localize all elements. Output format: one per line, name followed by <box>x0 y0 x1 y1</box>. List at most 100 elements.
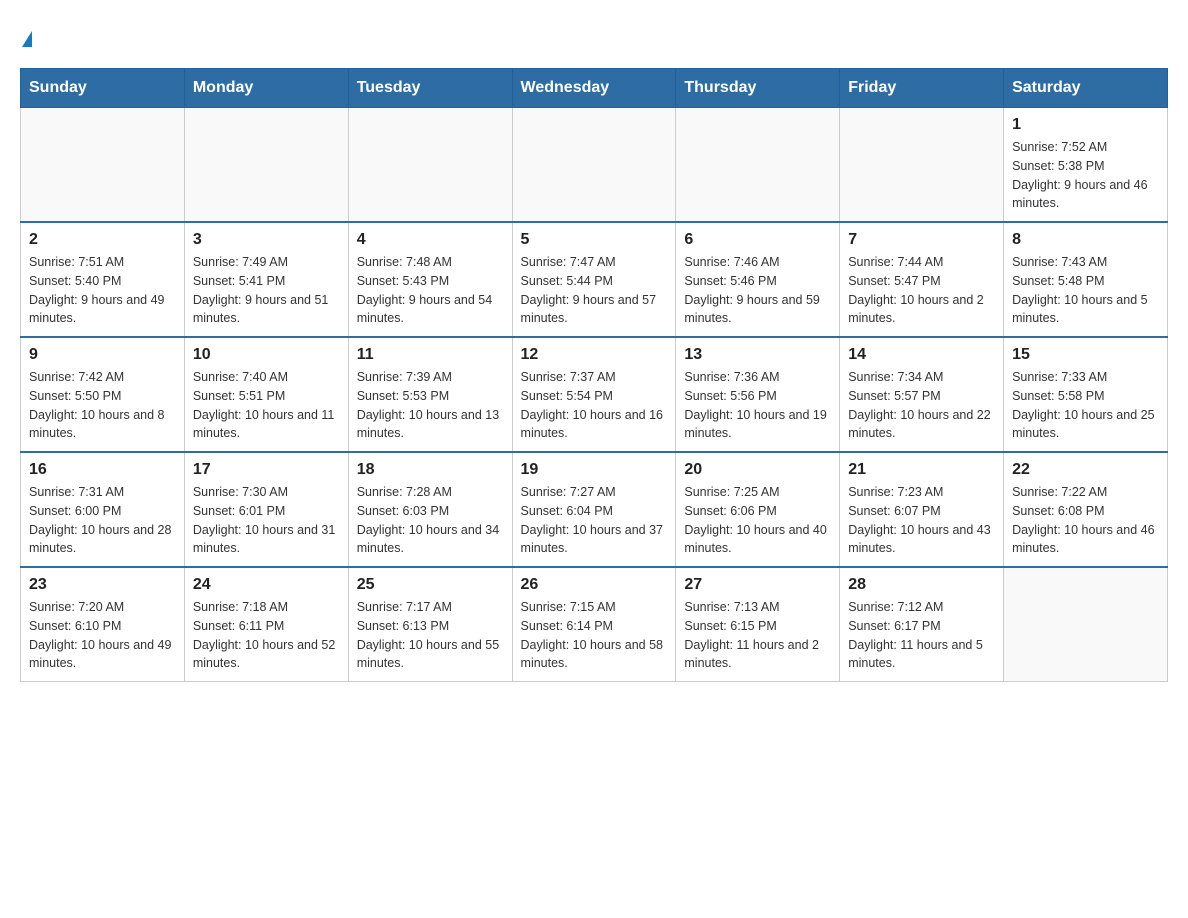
day-number: 11 <box>357 346 504 364</box>
day-info: Sunrise: 7:51 AMSunset: 5:40 PMDaylight:… <box>29 253 176 328</box>
calendar-cell: 9 Sunrise: 7:42 AMSunset: 5:50 PMDaylight… <box>21 337 185 452</box>
day-info: Sunrise: 7:23 AMSunset: 6:07 PMDaylight:… <box>848 483 995 558</box>
day-info: Sunrise: 7:46 AMSunset: 5:46 PMDaylight:… <box>684 253 831 328</box>
day-number: 5 <box>521 231 668 249</box>
day-number: 25 <box>357 576 504 594</box>
calendar-cell: 15 Sunrise: 7:33 AMSunset: 5:58 PMDayligh… <box>1004 337 1168 452</box>
day-number: 22 <box>1012 461 1159 479</box>
calendar-cell <box>21 108 185 223</box>
calendar-cell <box>184 108 348 223</box>
calendar-week-row: 16 Sunrise: 7:31 AMSunset: 6:00 PMDayligh… <box>21 452 1168 567</box>
day-number: 2 <box>29 231 176 249</box>
day-number: 14 <box>848 346 995 364</box>
day-header-thursday: Thursday <box>676 69 840 108</box>
day-number: 1 <box>1012 116 1159 134</box>
day-info: Sunrise: 7:39 AMSunset: 5:53 PMDaylight:… <box>357 368 504 443</box>
page-header <box>20 20 1168 48</box>
day-number: 23 <box>29 576 176 594</box>
day-info: Sunrise: 7:28 AMSunset: 6:03 PMDaylight:… <box>357 483 504 558</box>
day-header-tuesday: Tuesday <box>348 69 512 108</box>
calendar-cell: 16 Sunrise: 7:31 AMSunset: 6:00 PMDayligh… <box>21 452 185 567</box>
calendar-cell: 18 Sunrise: 7:28 AMSunset: 6:03 PMDayligh… <box>348 452 512 567</box>
day-number: 21 <box>848 461 995 479</box>
day-info: Sunrise: 7:30 AMSunset: 6:01 PMDaylight:… <box>193 483 340 558</box>
day-info: Sunrise: 7:15 AMSunset: 6:14 PMDaylight:… <box>521 598 668 673</box>
calendar-cell: 3 Sunrise: 7:49 AMSunset: 5:41 PMDaylight… <box>184 222 348 337</box>
calendar-table: SundayMondayTuesdayWednesdayThursdayFrid… <box>20 68 1168 682</box>
calendar-cell <box>1004 567 1168 682</box>
day-number: 16 <box>29 461 176 479</box>
day-number: 8 <box>1012 231 1159 249</box>
day-number: 28 <box>848 576 995 594</box>
day-number: 17 <box>193 461 340 479</box>
calendar-cell: 22 Sunrise: 7:22 AMSunset: 6:08 PMDayligh… <box>1004 452 1168 567</box>
calendar-cell: 27 Sunrise: 7:13 AMSunset: 6:15 PMDayligh… <box>676 567 840 682</box>
day-number: 3 <box>193 231 340 249</box>
day-info: Sunrise: 7:42 AMSunset: 5:50 PMDaylight:… <box>29 368 176 443</box>
calendar-cell <box>512 108 676 223</box>
day-info: Sunrise: 7:40 AMSunset: 5:51 PMDaylight:… <box>193 368 340 443</box>
day-header-wednesday: Wednesday <box>512 69 676 108</box>
logo-general-line <box>20 20 32 48</box>
day-info: Sunrise: 7:12 AMSunset: 6:17 PMDaylight:… <box>848 598 995 673</box>
day-number: 27 <box>684 576 831 594</box>
day-number: 10 <box>193 346 340 364</box>
calendar-cell: 7 Sunrise: 7:44 AMSunset: 5:47 PMDaylight… <box>840 222 1004 337</box>
day-info: Sunrise: 7:47 AMSunset: 5:44 PMDaylight:… <box>521 253 668 328</box>
calendar-cell: 21 Sunrise: 7:23 AMSunset: 6:07 PMDayligh… <box>840 452 1004 567</box>
day-number: 24 <box>193 576 340 594</box>
day-number: 13 <box>684 346 831 364</box>
calendar-cell: 11 Sunrise: 7:39 AMSunset: 5:53 PMDayligh… <box>348 337 512 452</box>
day-info: Sunrise: 7:18 AMSunset: 6:11 PMDaylight:… <box>193 598 340 673</box>
calendar-cell <box>676 108 840 223</box>
day-number: 6 <box>684 231 831 249</box>
calendar-cell: 1 Sunrise: 7:52 AMSunset: 5:38 PMDaylight… <box>1004 108 1168 223</box>
day-info: Sunrise: 7:37 AMSunset: 5:54 PMDaylight:… <box>521 368 668 443</box>
day-header-sunday: Sunday <box>21 69 185 108</box>
day-number: 19 <box>521 461 668 479</box>
calendar-cell: 8 Sunrise: 7:43 AMSunset: 5:48 PMDaylight… <box>1004 222 1168 337</box>
calendar-cell: 25 Sunrise: 7:17 AMSunset: 6:13 PMDayligh… <box>348 567 512 682</box>
day-header-saturday: Saturday <box>1004 69 1168 108</box>
day-number: 7 <box>848 231 995 249</box>
calendar-cell: 20Sunrise: 7:25 AMSunset: 6:06 PMDayligh… <box>676 452 840 567</box>
day-number: 26 <box>521 576 668 594</box>
calendar-week-row: 2 Sunrise: 7:51 AMSunset: 5:40 PMDaylight… <box>21 222 1168 337</box>
calendar-cell: 17 Sunrise: 7:30 AMSunset: 6:01 PMDayligh… <box>184 452 348 567</box>
calendar-week-row: 9 Sunrise: 7:42 AMSunset: 5:50 PMDaylight… <box>21 337 1168 452</box>
calendar-cell: 2 Sunrise: 7:51 AMSunset: 5:40 PMDaylight… <box>21 222 185 337</box>
calendar-week-row: 1 Sunrise: 7:52 AMSunset: 5:38 PMDaylight… <box>21 108 1168 223</box>
calendar-cell: 10 Sunrise: 7:40 AMSunset: 5:51 PMDayligh… <box>184 337 348 452</box>
calendar-cell: 13 Sunrise: 7:36 AMSunset: 5:56 PMDayligh… <box>676 337 840 452</box>
day-info: Sunrise: 7:25 AMSunset: 6:06 PMDaylight:… <box>684 483 831 558</box>
day-info: Sunrise: 7:22 AMSunset: 6:08 PMDaylight:… <box>1012 483 1159 558</box>
day-info: Sunrise: 7:49 AMSunset: 5:41 PMDaylight:… <box>193 253 340 328</box>
day-number: 18 <box>357 461 504 479</box>
calendar-cell <box>348 108 512 223</box>
day-number: 15 <box>1012 346 1159 364</box>
day-info: Sunrise: 7:31 AMSunset: 6:00 PMDaylight:… <box>29 483 176 558</box>
day-info: Sunrise: 7:52 AMSunset: 5:38 PMDaylight:… <box>1012 138 1159 213</box>
day-number: 12 <box>521 346 668 364</box>
day-header-monday: Monday <box>184 69 348 108</box>
calendar-cell: 4 Sunrise: 7:48 AMSunset: 5:43 PMDaylight… <box>348 222 512 337</box>
day-info: Sunrise: 7:48 AMSunset: 5:43 PMDaylight:… <box>357 253 504 328</box>
calendar-cell: 6 Sunrise: 7:46 AMSunset: 5:46 PMDaylight… <box>676 222 840 337</box>
day-info: Sunrise: 7:33 AMSunset: 5:58 PMDaylight:… <box>1012 368 1159 443</box>
day-number: 9 <box>29 346 176 364</box>
calendar-cell: 12 Sunrise: 7:37 AMSunset: 5:54 PMDayligh… <box>512 337 676 452</box>
calendar-cell: 26 Sunrise: 7:15 AMSunset: 6:14 PMDayligh… <box>512 567 676 682</box>
day-info: Sunrise: 7:17 AMSunset: 6:13 PMDaylight:… <box>357 598 504 673</box>
day-number: 4 <box>357 231 504 249</box>
day-info: Sunrise: 7:44 AMSunset: 5:47 PMDaylight:… <box>848 253 995 328</box>
logo-triangle-icon <box>22 31 32 47</box>
day-info: Sunrise: 7:34 AMSunset: 5:57 PMDaylight:… <box>848 368 995 443</box>
day-info: Sunrise: 7:13 AMSunset: 6:15 PMDaylight:… <box>684 598 831 673</box>
day-info: Sunrise: 7:36 AMSunset: 5:56 PMDaylight:… <box>684 368 831 443</box>
day-info: Sunrise: 7:43 AMSunset: 5:48 PMDaylight:… <box>1012 253 1159 328</box>
calendar-cell <box>840 108 1004 223</box>
calendar-cell: 5 Sunrise: 7:47 AMSunset: 5:44 PMDaylight… <box>512 222 676 337</box>
logo <box>20 20 32 48</box>
day-header-friday: Friday <box>840 69 1004 108</box>
calendar-cell: 24 Sunrise: 7:18 AMSunset: 6:11 PMDayligh… <box>184 567 348 682</box>
